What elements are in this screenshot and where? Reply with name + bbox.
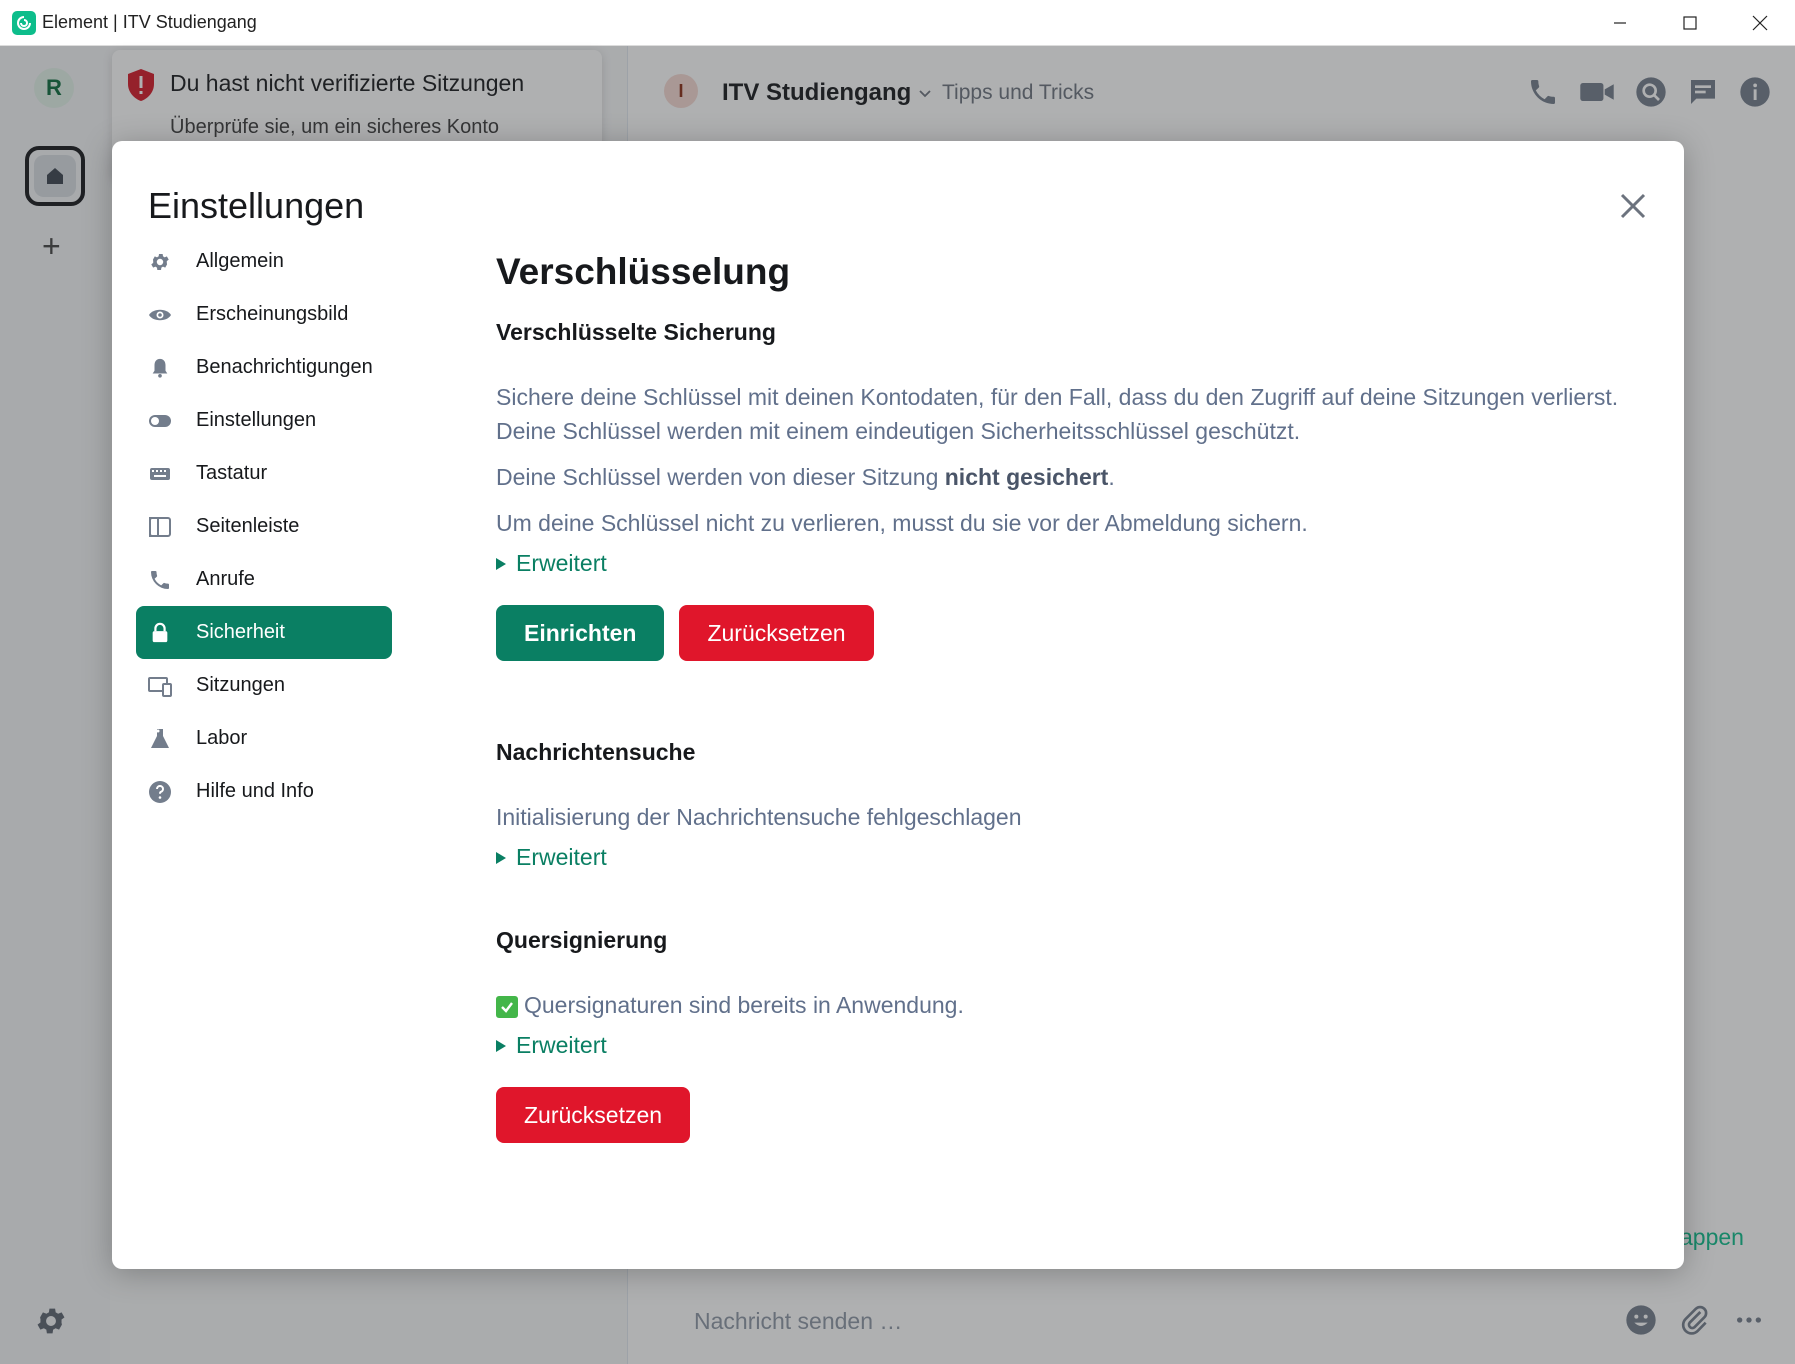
maximize-button[interactable]: [1655, 0, 1725, 46]
window-title: Element | ITV Studiengang: [42, 12, 257, 32]
tab-label: Sicherheit: [196, 621, 285, 643]
cross-signing-actions: Zurücksetzen: [496, 1087, 1626, 1143]
backup-hint: Um deine Schlüssel nicht zu verlieren, m…: [496, 510, 1308, 536]
dialog-title: Einstellungen: [148, 185, 365, 226]
reset-cross-signing-button[interactable]: Zurücksetzen: [496, 1087, 691, 1143]
toggle-icon: [148, 409, 172, 433]
tab-tastatur[interactable]: Tastatur: [136, 447, 392, 500]
setup-backup-button[interactable]: Einrichten: [496, 605, 665, 661]
advanced-label: Erweitert: [516, 1032, 607, 1058]
tab-label: Einstellungen: [196, 409, 317, 431]
devices-icon: [148, 674, 172, 698]
settings-tabs: Allgemein Erscheinungsbild Benachrichtig…: [136, 235, 392, 818]
element-logo-icon: [12, 10, 36, 35]
security-panel: Verschlüsselung Verschlüsselte Sicherung…: [496, 251, 1626, 1143]
cross-signing-advanced-toggle[interactable]: Erweitert: [496, 1032, 1626, 1059]
keyboard-icon: [148, 462, 172, 486]
flask-icon: [148, 727, 172, 751]
cross-signing-status: Quersignaturen sind bereits in Anwendung…: [496, 988, 1626, 1022]
backup-status-prefix: Deine Schlüssel werden von dieser Sitzun…: [496, 464, 945, 490]
window-titlebar: Element | ITV Studiengang: [0, 0, 1795, 46]
reset-backup-button[interactable]: Zurücksetzen: [679, 605, 874, 661]
tab-label: Tastatur: [196, 462, 268, 484]
tab-label: Seitenleiste: [196, 515, 300, 537]
tab-label: Hilfe und Info: [196, 780, 314, 802]
backup-title: Verschlüsselte Sicherung: [496, 319, 776, 345]
tab-label: Allgemein: [196, 250, 284, 272]
tab-labor[interactable]: Labor: [136, 712, 392, 765]
backup-status-bold: nicht gesichert: [944, 464, 1109, 490]
backup-advanced-toggle[interactable]: Erweitert: [496, 550, 1626, 577]
backup-status: Deine Schlüssel werden von dieser Sitzun…: [496, 460, 1626, 494]
dialog-close-button[interactable]: [1618, 191, 1648, 221]
phone-icon: [148, 568, 172, 592]
tab-sicherheit[interactable]: Sicherheit: [136, 606, 392, 659]
minimize-icon: [1614, 22, 1626, 24]
gear-icon: [148, 250, 172, 274]
advanced-label: Erweitert: [516, 844, 607, 870]
close-window-button[interactable]: [1725, 0, 1795, 46]
tab-label: Benachrichtigungen: [196, 356, 373, 378]
advanced-label: Erweitert: [516, 550, 607, 576]
search-title: Nachrichtensuche: [496, 739, 696, 765]
backup-actions: Einrichten Zurücksetzen: [496, 605, 1626, 661]
section-heading: Verschlüsselung: [496, 251, 791, 292]
eye-icon: [148, 303, 172, 327]
search-description: Initialisierung der Nachrichtensuche feh…: [496, 804, 1022, 830]
tab-benachrichtigungen[interactable]: Benachrichtigungen: [136, 341, 392, 394]
close-icon: [1752, 15, 1768, 31]
tab-label: Labor: [196, 727, 248, 749]
tab-label: Sitzungen: [196, 674, 285, 696]
close-icon: [1620, 193, 1646, 219]
checkmark-icon: [496, 995, 518, 1018]
settings-dialog: Einstellungen Allgemein Erscheinungsbild…: [112, 141, 1684, 1269]
cross-signing-title: Quersignierung: [496, 927, 668, 953]
tab-erscheinungsbild[interactable]: Erscheinungsbild: [136, 288, 392, 341]
bell-icon: [148, 356, 172, 380]
tab-allgemein[interactable]: Allgemein: [136, 235, 392, 288]
tab-einstellungen[interactable]: Einstellungen: [136, 394, 392, 447]
maximize-icon: [1683, 16, 1697, 30]
backup-description: Sichere deine Schlüssel mit deinen Konto…: [496, 384, 1619, 444]
minimize-button[interactable]: [1585, 0, 1655, 46]
disclosure-triangle-icon: [496, 851, 506, 864]
tab-sitzungen[interactable]: Sitzungen: [136, 659, 392, 712]
tab-seitenleiste[interactable]: Seitenleiste: [136, 500, 392, 553]
tab-label: Anrufe: [196, 568, 255, 590]
tab-anrufe[interactable]: Anrufe: [136, 553, 392, 606]
tab-label: Erscheinungsbild: [196, 303, 349, 325]
lock-icon: [148, 621, 172, 645]
sidebar-icon: [148, 515, 172, 539]
cross-signing-status-text: Quersignaturen sind bereits in Anwendung…: [524, 992, 964, 1018]
disclosure-triangle-icon: [496, 557, 506, 570]
help-icon: [148, 780, 172, 804]
tab-hilfe-und-info[interactable]: Hilfe und Info: [136, 765, 392, 818]
disclosure-triangle-icon: [496, 1039, 506, 1052]
search-advanced-toggle[interactable]: Erweitert: [496, 844, 1626, 871]
window-controls: [1585, 0, 1795, 46]
backup-status-suffix: .: [1108, 464, 1115, 490]
